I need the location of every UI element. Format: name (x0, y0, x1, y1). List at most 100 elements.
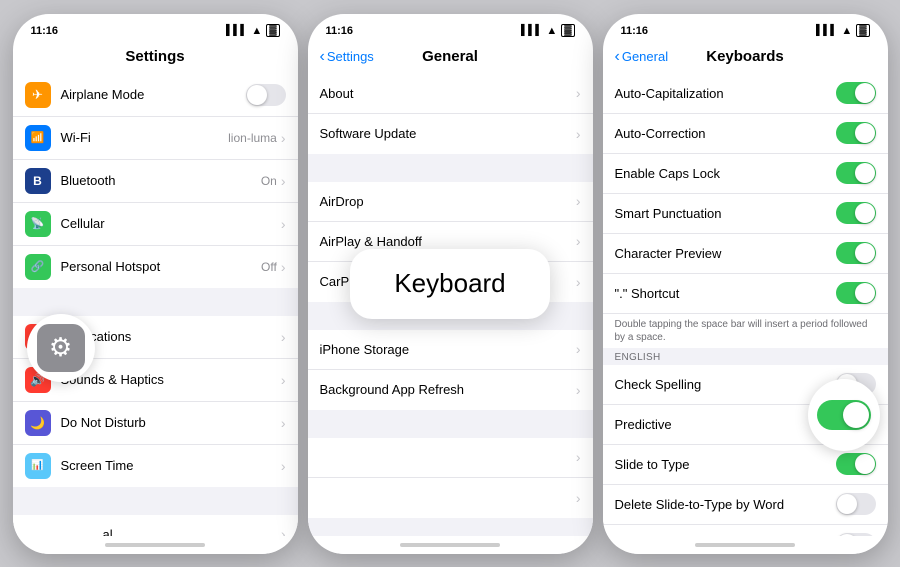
carplay-chevron: › (576, 274, 581, 290)
general-sep-3 (308, 410, 593, 438)
blank1-chevron: › (576, 449, 581, 465)
cellular-icon: 📡 (25, 211, 51, 237)
auto-cap-toggle[interactable] (836, 82, 876, 104)
slide-toggle-large[interactable] (817, 400, 871, 430)
slide-toggle-overlay (808, 379, 880, 451)
about-chevron: › (576, 85, 581, 101)
general-section-1: About › Software Update › (308, 74, 593, 154)
bluetooth-chevron: › (281, 173, 286, 189)
list-item-smart-punct[interactable]: Smart Punctuation (603, 194, 888, 234)
smart-punct-label: Smart Punctuation (615, 206, 836, 221)
list-item-hotspot[interactable]: 🔗 Personal Hotspot Off › (13, 246, 298, 288)
nav-back-3[interactable]: ‹ General (615, 49, 669, 65)
slide-to-type-toggle[interactable] (836, 453, 876, 475)
sounds-chevron: › (281, 372, 286, 388)
screentime-icon: 📊 (25, 453, 51, 479)
list-item-blank2[interactable]: › (308, 478, 593, 518)
smart-punct-toggle[interactable] (836, 202, 876, 224)
list-item-shortcut[interactable]: "." Shortcut (603, 274, 888, 314)
back-arrow-3: ‹ (615, 49, 620, 65)
list-item-iphone-storage[interactable]: iPhone Storage › (308, 330, 593, 370)
cellular-label: Cellular (61, 216, 281, 231)
cellular-chevron: › (281, 216, 286, 232)
list-item-bluetooth[interactable]: B Bluetooth On › (13, 160, 298, 203)
separator-1 (13, 288, 298, 316)
shortcut-info: Double tapping the space bar will insert… (603, 314, 888, 348)
list-item-airdrop[interactable]: AirDrop › (308, 182, 593, 222)
phones-container: 11:16 ▌▌▌ ▲ ▓ Settings ✈ Airplane Mode 📶… (0, 0, 900, 567)
home-bar-1 (105, 543, 205, 547)
list-item-auto-correct[interactable]: Auto-Correction (603, 114, 888, 154)
predictive-label: Predictive (615, 417, 836, 432)
list-item-screentime[interactable]: 📊 Screen Time › (13, 445, 298, 487)
airplane-toggle[interactable] (246, 84, 286, 106)
iphone-storage-chevron: › (576, 341, 581, 357)
list-item-general[interactable]: al › (13, 515, 298, 536)
keyboards-section-1: Auto-Capitalization Auto-Correction Enab… (603, 74, 888, 348)
auto-correct-label: Auto-Correction (615, 126, 836, 141)
bluetooth-value: On (261, 174, 277, 188)
sounds-label: Sounds & Haptics (61, 372, 281, 387)
list-item-delete-slide[interactable]: Delete Slide-to-Type by Word (603, 485, 888, 525)
separator-2 (13, 487, 298, 515)
list-item-auto-cap[interactable]: Auto-Capitalization (603, 74, 888, 114)
phone-3-keyboards: 11:16 ▌▌▌ ▲ ▓ ‹ General Keyboards Auto-C… (603, 14, 888, 554)
wifi-icon: 📶 (25, 125, 51, 151)
back-label-2: Settings (327, 49, 374, 64)
keyboard-popup-text: Keyboard (394, 268, 505, 299)
airplay-label: AirPlay & Handoff (320, 234, 576, 249)
airdrop-chevron: › (576, 193, 581, 209)
hotspot-value: Off (261, 260, 277, 274)
shortcut-toggle[interactable] (836, 282, 876, 304)
wifi-label: Wi-Fi (61, 130, 229, 145)
list-item-blank1[interactable]: › (308, 438, 593, 478)
caps-lock-toggle[interactable] (836, 162, 876, 184)
signal-icon-1: ▌▌▌ (226, 25, 247, 36)
section-3: al › ol Center › ☀ Display & Brightness … (13, 515, 298, 536)
status-icons-1: ▌▌▌ ▲ ▓ (226, 24, 279, 37)
wifi-icon-2: ▲ (546, 25, 557, 37)
gear-overlay: ⚙ (27, 314, 95, 382)
time-2: 11:16 (326, 25, 354, 37)
list-item-wifi[interactable]: 📶 Wi-Fi lion-luma › (13, 117, 298, 160)
list-item-airplane[interactable]: ✈ Airplane Mode (13, 74, 298, 117)
status-icons-3: ▌▌▌ ▲ ▓ (816, 24, 869, 37)
back-arrow-2: ‹ (320, 49, 325, 65)
airplane-label: Airplane Mode (61, 87, 246, 102)
list-item-about[interactable]: About › (308, 74, 593, 114)
list-item-cellular[interactable]: 📡 Cellular › (13, 203, 298, 246)
dnd-label: Do Not Disturb (61, 415, 281, 430)
general-sep-1 (308, 154, 593, 182)
list-item-enable-dictation[interactable]: Enable Dictation (603, 525, 888, 536)
bluetooth-icon: B (25, 168, 51, 194)
bluetooth-label: Bluetooth (61, 173, 261, 188)
slide-to-type-label: Slide to Type (615, 457, 836, 472)
phone-2-general: 11:16 ▌▌▌ ▲ ▓ ‹ Settings General About ›… (308, 14, 593, 554)
auto-correct-toggle[interactable] (836, 122, 876, 144)
list-item-software-update[interactable]: Software Update › (308, 114, 593, 154)
check-spelling-label: Check Spelling (615, 377, 836, 392)
notifications-chevron: › (281, 329, 286, 345)
hotspot-chevron: › (281, 259, 286, 275)
list-item-background[interactable]: Background App Refresh › (308, 370, 593, 410)
list-item-caps-lock[interactable]: Enable Caps Lock (603, 154, 888, 194)
list-item-char-preview[interactable]: Character Preview (603, 234, 888, 274)
list-item-dnd[interactable]: 🌙 Do Not Disturb › (13, 402, 298, 445)
general-section-4: › › (308, 438, 593, 518)
nav-back-2[interactable]: ‹ Settings (320, 49, 374, 65)
char-preview-label: Character Preview (615, 246, 836, 261)
home-bar-2 (400, 543, 500, 547)
airplay-chevron: › (576, 233, 581, 249)
keyboard-popup: Keyboard (350, 249, 550, 319)
general-section-3: iPhone Storage › Background App Refresh … (308, 330, 593, 410)
enable-dictation-toggle[interactable] (836, 533, 876, 536)
dnd-icon: 🌙 (25, 410, 51, 436)
list-item-slide-to-type[interactable]: Slide to Type (603, 445, 888, 485)
char-preview-toggle[interactable] (836, 242, 876, 264)
blank2-chevron: › (576, 490, 581, 506)
battery-icon-2: ▓ (561, 24, 574, 37)
delete-slide-toggle[interactable] (836, 493, 876, 515)
settings-title: Settings (125, 48, 184, 65)
status-icons-2: ▌▌▌ ▲ ▓ (521, 24, 574, 37)
general-page-title: General (422, 48, 478, 65)
